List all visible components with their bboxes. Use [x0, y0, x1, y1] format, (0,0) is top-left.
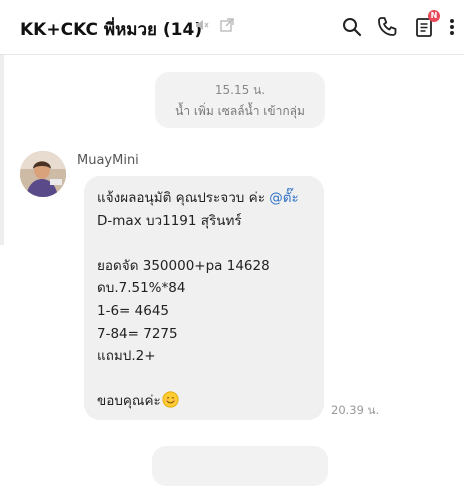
- message-line: ดบ.7.51%*84: [97, 280, 186, 297]
- message-line: D-max บว1191 สุรินทร์: [97, 212, 242, 229]
- chat-area[interactable]: 15.15 น. น้ำ เพิ่ม เซลล์น้ำ เข้ากลุ่ม Mu…: [0, 55, 464, 486]
- popout-icon[interactable]: [219, 17, 235, 33]
- message-line: 1-6= 4645: [97, 302, 170, 319]
- system-message-text: น้ำ เพิ่ม เซลล์น้ำ เข้ากลุ่ม: [175, 104, 305, 118]
- smile-emoji-icon: [162, 391, 179, 408]
- phone-icon[interactable]: [375, 15, 399, 39]
- message-line: ยอดจัด 350000+pa 14628: [97, 257, 270, 274]
- mute-icon[interactable]: [194, 17, 210, 33]
- sender-name[interactable]: MuayMini: [77, 153, 139, 168]
- avatar-photo: [20, 151, 66, 197]
- scroll-edge: [0, 55, 4, 245]
- message-line-text: ขอบคุณค่ะ: [97, 393, 161, 410]
- message-line: [97, 232, 319, 255]
- message-line: แถมป.2+: [97, 348, 156, 365]
- more-icon[interactable]: [446, 15, 458, 39]
- message-line-text: แจ้งผลอนุมัติ คุณประจวบ ค่ะ: [97, 190, 270, 206]
- system-message: 15.15 น. น้ำ เพิ่ม เซลล์น้ำ เข้ากลุ่ม: [155, 72, 325, 128]
- message-time: 20.39 น.: [331, 403, 380, 417]
- message-line: [97, 368, 319, 391]
- system-message-partial: [152, 446, 328, 486]
- mention-link[interactable]: @ตั๊ะ: [269, 190, 299, 206]
- search-icon[interactable]: [340, 15, 364, 39]
- chat-title[interactable]: KK+CKC พี่หมวย (14): [20, 16, 202, 43]
- message-text: แจ้งผลอนุมัติ คุณประจวบ ค่ะ @ตั๊ะ D-max …: [97, 187, 319, 413]
- message-line: ขอบคุณค่ะ: [97, 390, 319, 413]
- chat-header: KK+CKC พี่หมวย (14) N: [0, 0, 464, 55]
- message-line: 7-84= 7275: [97, 325, 178, 342]
- notification-badge: N: [428, 10, 440, 22]
- avatar[interactable]: [20, 151, 66, 197]
- message-bubble[interactable]: แจ้งผลอนุมัติ คุณประจวบ ค่ะ @ตั๊ะ D-max …: [84, 176, 324, 420]
- message-line: แจ้งผลอนุมัติ คุณประจวบ ค่ะ @ตั๊ะ: [97, 187, 319, 210]
- system-message-time: 15.15 น.: [214, 83, 266, 97]
